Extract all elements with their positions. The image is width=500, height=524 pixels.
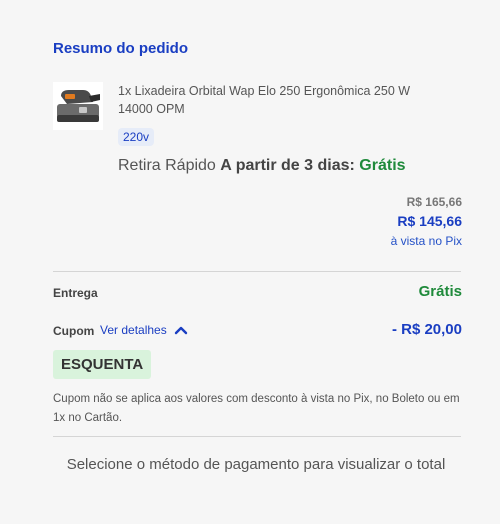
pickup-prefix: Retira Rápido	[118, 157, 216, 174]
price-discounted: R$ 145,66	[397, 213, 462, 229]
price-payment-note: à vista no Pix	[390, 234, 462, 248]
delivery-value: Grátis	[418, 283, 462, 300]
chevron-up-icon[interactable]	[173, 322, 189, 338]
order-summary-title: Resumo do pedido	[53, 40, 188, 57]
pickup-time: A partir de 3 dias:	[220, 157, 355, 174]
order-summary-panel: Resumo do pedido 1x Lixadeira Orbital Wa…	[0, 0, 500, 524]
product-name[interactable]: 1x Lixadeira Orbital Wap Elo 250 Ergonôm…	[118, 82, 448, 118]
product-thumbnail	[53, 82, 103, 130]
price-original: R$ 165,66	[406, 195, 462, 209]
pickup-info: Retira Rápido A partir de 3 dias: Grátis	[118, 157, 406, 175]
delivery-label: Entrega	[53, 286, 98, 300]
payment-method-prompt: Selecione o método de pagamento para vis…	[66, 456, 446, 473]
coupon-discount-value: - R$ 20,00	[391, 321, 462, 338]
coupon-label: Cupom	[53, 324, 95, 338]
coupon-details-link[interactable]: Ver detalhes	[100, 323, 167, 337]
divider	[53, 436, 461, 437]
divider	[53, 271, 461, 272]
variant-badge: 220v	[118, 128, 155, 146]
coupon-disclaimer: Cupom não se aplica aos valores com desc…	[53, 393, 460, 424]
pickup-price: Grátis	[359, 157, 406, 174]
coupon-code-chip: ESQUENTA	[53, 350, 152, 379]
